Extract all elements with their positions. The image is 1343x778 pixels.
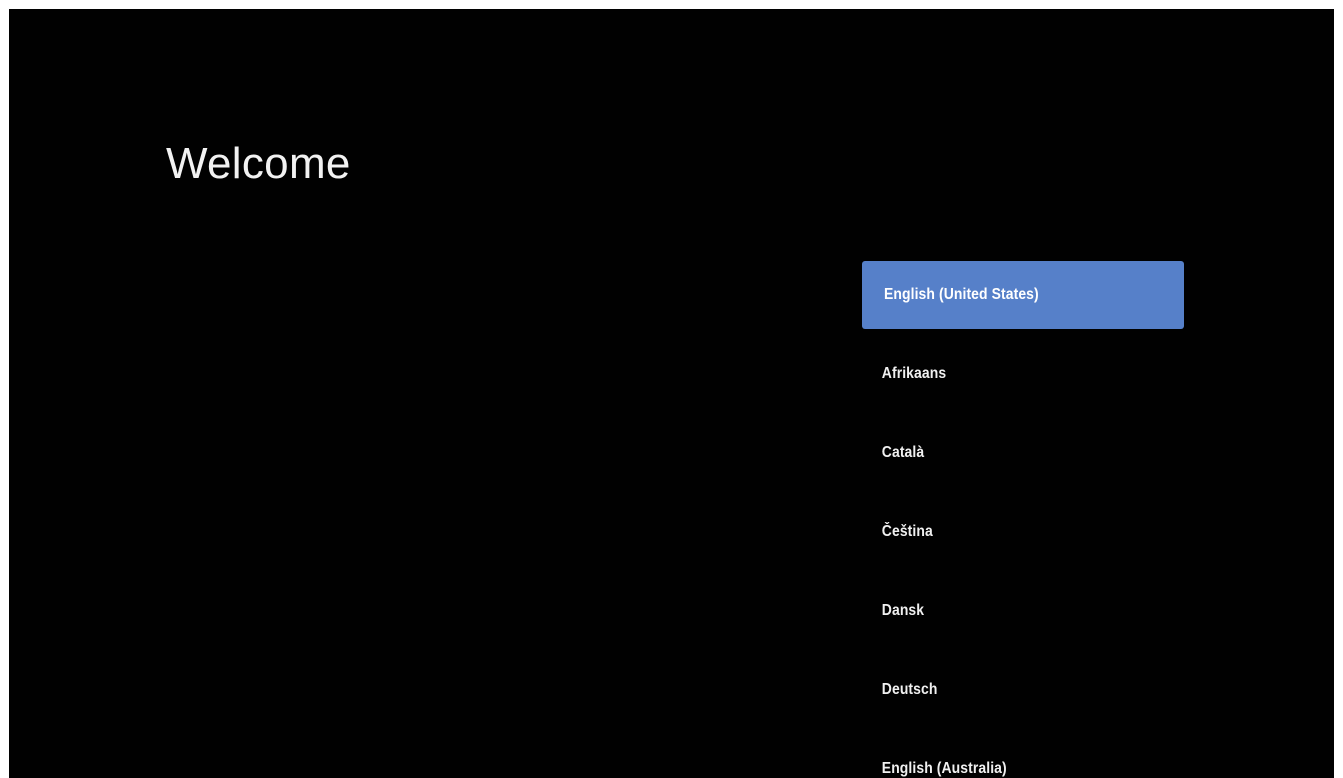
language-label: Deutsch bbox=[881, 681, 938, 698]
language-label: English (United States) bbox=[884, 286, 1039, 303]
language-label: English (Australia) bbox=[881, 760, 1007, 777]
language-item-catala[interactable]: Català bbox=[862, 419, 1152, 487]
language-item-english-australia[interactable]: English (Australia) bbox=[862, 735, 1152, 778]
language-item-afrikaans[interactable]: Afrikaans bbox=[862, 340, 1152, 408]
welcome-screen: Welcome English (United States) Afrikaan… bbox=[9, 9, 1334, 778]
language-item-english-united-states[interactable]: English (United States) bbox=[862, 261, 1184, 329]
language-label: Català bbox=[881, 444, 925, 461]
page-title: Welcome bbox=[166, 139, 351, 188]
language-item-cestina[interactable]: Čeština bbox=[862, 498, 1152, 566]
language-label: Afrikaans bbox=[881, 365, 947, 382]
language-label: Dansk bbox=[881, 602, 925, 619]
language-item-dansk[interactable]: Dansk bbox=[862, 577, 1152, 645]
language-list: English (United States) Afrikaans Català… bbox=[862, 261, 1184, 778]
language-label: Čeština bbox=[881, 523, 933, 540]
language-item-deutsch[interactable]: Deutsch bbox=[862, 656, 1152, 724]
